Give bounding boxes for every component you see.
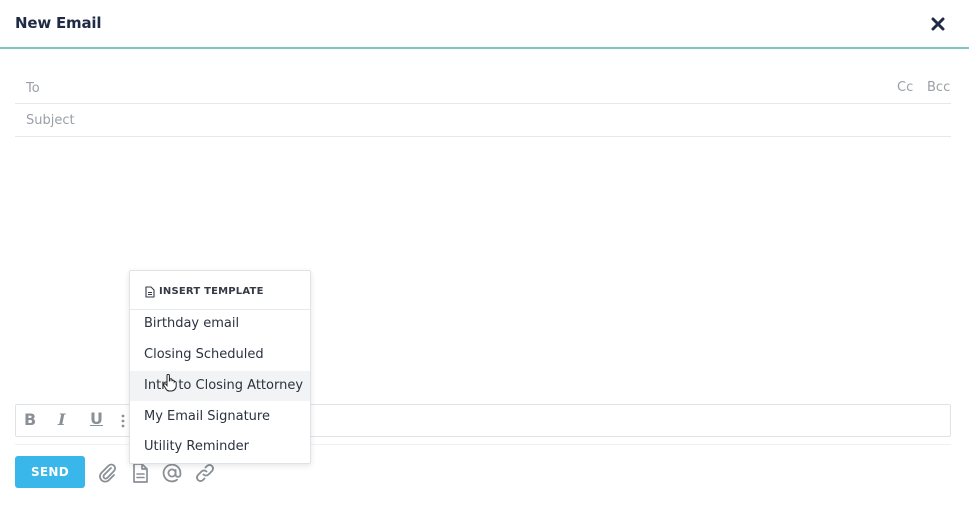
template-item-utility-reminder[interactable]: Utility Reminder: [130, 432, 310, 462]
dialog-header: New Email: [0, 0, 969, 49]
link-icon: [196, 464, 214, 482]
menu-header: INSERT TEMPLATE: [130, 271, 310, 310]
document-icon: [133, 463, 148, 483]
bcc-button[interactable]: Bcc: [927, 80, 950, 95]
template-item-email-signature[interactable]: My Email Signature: [130, 402, 310, 432]
at-sign-icon: [162, 463, 182, 483]
insert-template-button[interactable]: [129, 462, 151, 484]
mention-button[interactable]: [161, 462, 183, 484]
cc-button[interactable]: Cc: [897, 80, 913, 95]
template-item-closing-scheduled[interactable]: Closing Scheduled: [130, 340, 310, 370]
document-icon: [145, 286, 155, 298]
attach-button[interactable]: [96, 462, 118, 484]
italic-button[interactable]: I: [58, 410, 78, 430]
send-button[interactable]: SEND: [15, 456, 85, 488]
subject-row: [15, 104, 951, 137]
close-button[interactable]: [929, 15, 947, 33]
underline-button[interactable]: U: [90, 409, 110, 429]
to-row: Cc Bcc: [15, 72, 951, 104]
subject-input[interactable]: [26, 110, 866, 130]
dialog-title: New Email: [15, 14, 102, 32]
template-item-intro-closing-attorney[interactable]: Intro to Closing Attorney: [130, 371, 310, 401]
close-icon: [931, 17, 945, 31]
menu-header-label: INSERT TEMPLATE: [159, 286, 264, 297]
link-button[interactable]: [194, 462, 216, 484]
insert-template-menu: INSERT TEMPLATE Birthday email Closing S…: [129, 270, 311, 464]
template-item-birthday[interactable]: Birthday email: [130, 309, 310, 339]
paperclip-icon: [99, 463, 117, 483]
bold-button[interactable]: B: [24, 410, 44, 430]
to-input[interactable]: [26, 78, 866, 98]
